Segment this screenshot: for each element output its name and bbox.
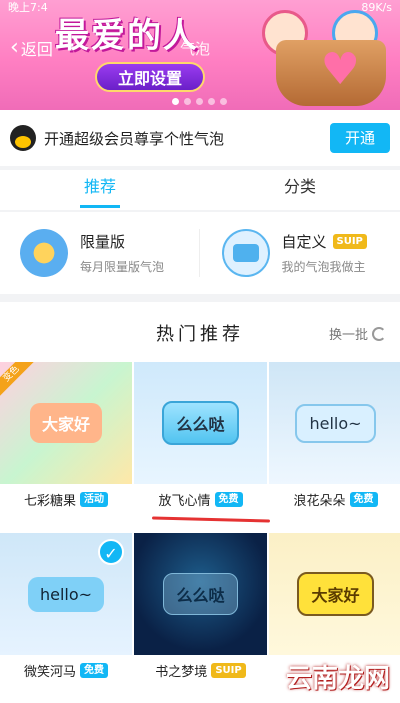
suip-badge: SUIP (332, 234, 367, 249)
carousel-dot[interactable] (172, 98, 179, 105)
category-custom[interactable]: 自定义 SUIP 我的气泡我做主 (198, 229, 400, 277)
bubble-name: 放飞心情 (158, 494, 211, 509)
preview-text: 么么哒 (163, 573, 238, 615)
bubble-name: 微笑河马 (23, 665, 76, 680)
category-limited[interactable]: 限量版 每月限量版气泡 (0, 229, 199, 277)
category-subtitle: 每月限量版气泡 (80, 260, 165, 274)
preview-text: hello~ (295, 403, 376, 443)
tab-bar: 推荐 分类 (0, 170, 400, 210)
carousel-dot[interactable] (184, 98, 191, 105)
carousel-dot[interactable] (196, 98, 203, 105)
page-title: 气泡 (180, 40, 211, 58)
carousel-dot[interactable] (220, 98, 227, 105)
activity-badge: 活动 (80, 492, 108, 507)
bubble-preview: 么么哒 (134, 533, 267, 655)
tab-categories[interactable]: 分类 (200, 170, 400, 210)
custom-bubble-icon (221, 229, 270, 277)
banner-slogan: 最爱的人 (55, 16, 199, 56)
suip-badge: SUIP (211, 663, 246, 678)
category-row: 限量版 每月限量版气泡 自定义 SUIP 我的气泡我做主 (0, 212, 400, 294)
bubble-card[interactable]: 么么哒 书之梦境 SUIP (134, 533, 267, 703)
vip-promo-text: 开通超级会员尊享个性气泡 (44, 129, 225, 148)
bubble-preview: hello~ (269, 362, 400, 484)
penguin-icon (10, 125, 36, 151)
bubble-preview: 大家好 (269, 533, 400, 655)
free-badge: 免费 (349, 492, 378, 507)
free-badge: 免费 (214, 492, 243, 507)
set-now-button[interactable]: 立即设置 (95, 62, 205, 92)
preview-text: 大家好 (29, 403, 102, 443)
back-label: 返回 (20, 40, 53, 59)
chevron-left-icon: ‹ (10, 35, 19, 60)
bubble-grid: 大家好 变色 七彩糖果 活动 么么哒 放飞心情 免费 hello~ 浪花朵朵 免… (0, 362, 400, 703)
back-button[interactable]: ‹ 返回 (10, 36, 53, 60)
refresh-button[interactable]: 换一批 (329, 324, 386, 343)
carousel-dots[interactable] (172, 98, 227, 105)
selected-check-icon: ✓ (98, 539, 124, 565)
free-badge: 免费 (80, 663, 108, 678)
carousel-dot[interactable] (208, 98, 215, 105)
preview-text: 大家好 (297, 572, 374, 616)
category-title: 自定义 (281, 233, 327, 251)
bubble-preview: 么么哒 (134, 362, 267, 484)
vip-promo-bar: 开通超级会员尊享个性气泡 开通 (0, 110, 400, 166)
refresh-icon (372, 326, 386, 341)
watermark: 云南龙网 (285, 664, 390, 694)
dragonfly-icon (20, 229, 68, 277)
bubble-name: 七彩糖果 (23, 494, 76, 509)
hot-section-header: 热门推荐 换一批 (0, 302, 400, 362)
bubble-preview: 大家好 (0, 362, 132, 484)
preview-text: hello~ (27, 576, 105, 612)
bubble-card[interactable]: hello~ ✓ 微笑河马 免费 (0, 533, 132, 703)
bubble-name: 浪花朵朵 (293, 494, 346, 509)
category-subtitle: 我的气泡我做主 (281, 260, 366, 274)
category-title: 限量版 (80, 233, 126, 251)
bubble-card[interactable]: 大家好 变色 七彩糖果 活动 (0, 362, 132, 532)
bubble-card[interactable]: hello~ 浪花朵朵 免费 (269, 362, 400, 532)
open-vip-button[interactable]: 开通 (330, 123, 390, 153)
refresh-label: 换一批 (328, 328, 368, 343)
bubble-name: 书之梦境 (155, 665, 208, 680)
top-banner[interactable]: 晚上7:4 89K/s 最爱的人 ‹ 返回 气泡 立即设置 ♥ (0, 0, 400, 110)
tab-recommended[interactable]: 推荐 (0, 170, 200, 210)
preview-text: 么么哒 (162, 401, 239, 445)
heart-icon: ♥ (320, 44, 360, 95)
status-time: 晚上7:4 (8, 1, 48, 14)
bubble-card[interactable]: 么么哒 放飞心情 免费 (134, 362, 267, 532)
